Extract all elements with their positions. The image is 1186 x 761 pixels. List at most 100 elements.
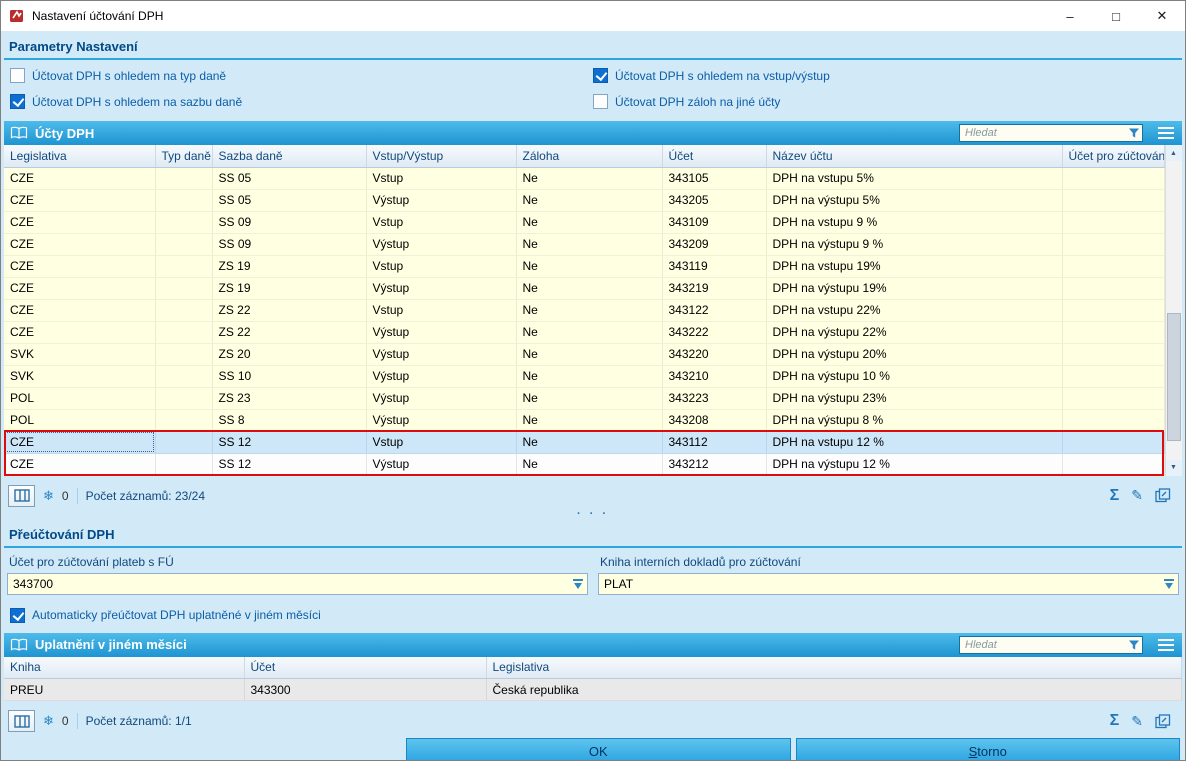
column-header[interactable]: Účet pro zúčtování <box>1062 145 1164 167</box>
scroll-up-icon[interactable]: ▲ <box>1166 145 1182 161</box>
table-cell[interactable]: Vstup <box>366 211 516 233</box>
table-cell[interactable]: DPH na výstupu 12 % <box>766 453 1062 475</box>
table-cell[interactable]: CZE <box>4 431 155 453</box>
table-cell[interactable]: CZE <box>4 299 155 321</box>
table-cell[interactable]: SS 05 <box>212 167 366 189</box>
table-cell[interactable]: SVK <box>4 365 155 387</box>
panel-splitter[interactable]: · · · <box>4 508 1182 521</box>
table-cell[interactable]: Ne <box>516 343 662 365</box>
close-button[interactable]: ✕ <box>1139 1 1185 31</box>
table-cell[interactable]: Ne <box>516 211 662 233</box>
table-row[interactable]: CZESS 09VýstupNe343209DPH na výstupu 9 % <box>4 233 1164 255</box>
table-cell[interactable]: 343105 <box>662 167 766 189</box>
search-input[interactable] <box>959 636 1143 654</box>
table-cell[interactable]: Výstup <box>366 189 516 211</box>
table-cell[interactable]: SS 12 <box>212 453 366 475</box>
table-cell[interactable]: PREU <box>4 679 244 701</box>
table-cell[interactable]: DPH na výstupu 23% <box>766 387 1062 409</box>
table-cell[interactable] <box>155 321 212 343</box>
table-cell[interactable]: Výstup <box>366 409 516 431</box>
table-cell[interactable]: Výstup <box>366 453 516 475</box>
table-cell[interactable]: DPH na výstupu 19% <box>766 277 1062 299</box>
table-cell[interactable]: CZE <box>4 167 155 189</box>
table-cell[interactable] <box>1062 233 1164 255</box>
table-cell[interactable]: SS 8 <box>212 409 366 431</box>
table-cell[interactable]: ZS 22 <box>212 321 366 343</box>
table-cell[interactable] <box>1062 321 1164 343</box>
table-cell[interactable] <box>1062 299 1164 321</box>
table-cell[interactable] <box>155 189 212 211</box>
table-cell[interactable]: Ne <box>516 299 662 321</box>
table-cell[interactable]: DPH na výstupu 8 % <box>766 409 1062 431</box>
column-view-button[interactable] <box>8 485 35 507</box>
search-input[interactable] <box>959 124 1143 142</box>
table-cell[interactable] <box>1062 189 1164 211</box>
dropdown-icon[interactable] <box>571 577 585 596</box>
table-cell[interactable]: 343212 <box>662 453 766 475</box>
checkbox-icon[interactable] <box>10 94 25 109</box>
table-cell[interactable]: Česká republika <box>486 679 1181 701</box>
table-row[interactable]: SVKZS 20VýstupNe343220DPH na výstupu 20% <box>4 343 1164 365</box>
table-cell[interactable]: ZS 20 <box>212 343 366 365</box>
table-cell[interactable] <box>1062 167 1164 189</box>
vertical-scrollbar[interactable]: ▲ ▼ <box>1165 145 1182 476</box>
internal-docs-book-input[interactable] <box>598 573 1179 595</box>
table-cell[interactable]: Výstup <box>366 365 516 387</box>
table-cell[interactable]: POL <box>4 409 155 431</box>
table-cell[interactable]: 343119 <box>662 255 766 277</box>
table-cell[interactable]: 343112 <box>662 431 766 453</box>
table-cell[interactable]: Výstup <box>366 321 516 343</box>
table-cell[interactable]: DPH na výstupu 9 % <box>766 233 1062 255</box>
table-cell[interactable]: ZS 19 <box>212 255 366 277</box>
ok-button[interactable]: OK <box>406 738 791 761</box>
freeze-icon[interactable]: ❄ <box>43 713 54 729</box>
table-cell[interactable]: DPH na vstupu 5% <box>766 167 1062 189</box>
table-cell[interactable] <box>1062 343 1164 365</box>
checkbox-sazba-dane[interactable]: Účtovat DPH s ohledem na sazbu daně <box>10 94 593 109</box>
copy-edit-icon[interactable] <box>1155 714 1172 729</box>
grid-menu-icon[interactable] <box>1153 123 1178 143</box>
checkbox-icon[interactable] <box>593 94 608 109</box>
sum-icon[interactable]: Σ <box>1110 712 1120 730</box>
table-cell[interactable] <box>1062 387 1164 409</box>
table-cell[interactable]: Ne <box>516 233 662 255</box>
table-cell[interactable]: Výstup <box>366 387 516 409</box>
table-row[interactable]: POLZS 23VýstupNe343223DPH na výstupu 23% <box>4 387 1164 409</box>
table-cell[interactable]: DPH na výstupu 5% <box>766 189 1062 211</box>
table-cell[interactable]: Ne <box>516 453 662 475</box>
table-cell[interactable]: CZE <box>4 189 155 211</box>
checkbox-auto-repost[interactable]: Automaticky přeúčtovat DPH uplatněné v j… <box>10 608 1176 623</box>
minimize-button[interactable]: – <box>1047 1 1093 31</box>
table-cell[interactable]: Vstup <box>366 167 516 189</box>
table-cell[interactable] <box>155 233 212 255</box>
table-cell[interactable]: Vstup <box>366 299 516 321</box>
checkbox-icon[interactable] <box>593 68 608 83</box>
table-cell[interactable]: SS 10 <box>212 365 366 387</box>
table-cell[interactable]: Ne <box>516 277 662 299</box>
column-view-button[interactable] <box>8 710 35 732</box>
table-cell[interactable] <box>155 343 212 365</box>
table-cell[interactable]: 343300 <box>244 679 486 701</box>
column-header[interactable]: Typ daně <box>155 145 212 167</box>
maximize-button[interactable]: □ <box>1093 1 1139 31</box>
table-cell[interactable]: CZE <box>4 453 155 475</box>
table-cell[interactable] <box>1062 453 1164 475</box>
table-cell[interactable]: Ne <box>516 189 662 211</box>
table-cell[interactable]: SS 05 <box>212 189 366 211</box>
table-cell[interactable] <box>155 167 212 189</box>
table-cell[interactable]: DPH na výstupu 22% <box>766 321 1062 343</box>
table-cell[interactable]: SS 12 <box>212 431 366 453</box>
table-cell[interactable] <box>155 211 212 233</box>
checkbox-typ-dane[interactable]: Účtovat DPH s ohledem na typ daně <box>10 68 593 83</box>
table-cell[interactable]: DPH na vstupu 19% <box>766 255 1062 277</box>
table-row[interactable]: PREU343300Česká republika <box>4 679 1181 701</box>
table-cell[interactable]: 343109 <box>662 211 766 233</box>
table-row[interactable]: CZEZS 22VýstupNe343222DPH na výstupu 22% <box>4 321 1164 343</box>
sum-icon[interactable]: Σ <box>1110 487 1120 505</box>
table-cell[interactable] <box>1062 409 1164 431</box>
table-cell[interactable]: SS 09 <box>212 233 366 255</box>
column-header[interactable]: Účet <box>662 145 766 167</box>
table-cell[interactable]: SS 09 <box>212 211 366 233</box>
column-header[interactable]: Účet <box>244 657 486 679</box>
checkbox-vstup-vystup[interactable]: Účtovat DPH s ohledem na vstup/výstup <box>593 68 1176 83</box>
